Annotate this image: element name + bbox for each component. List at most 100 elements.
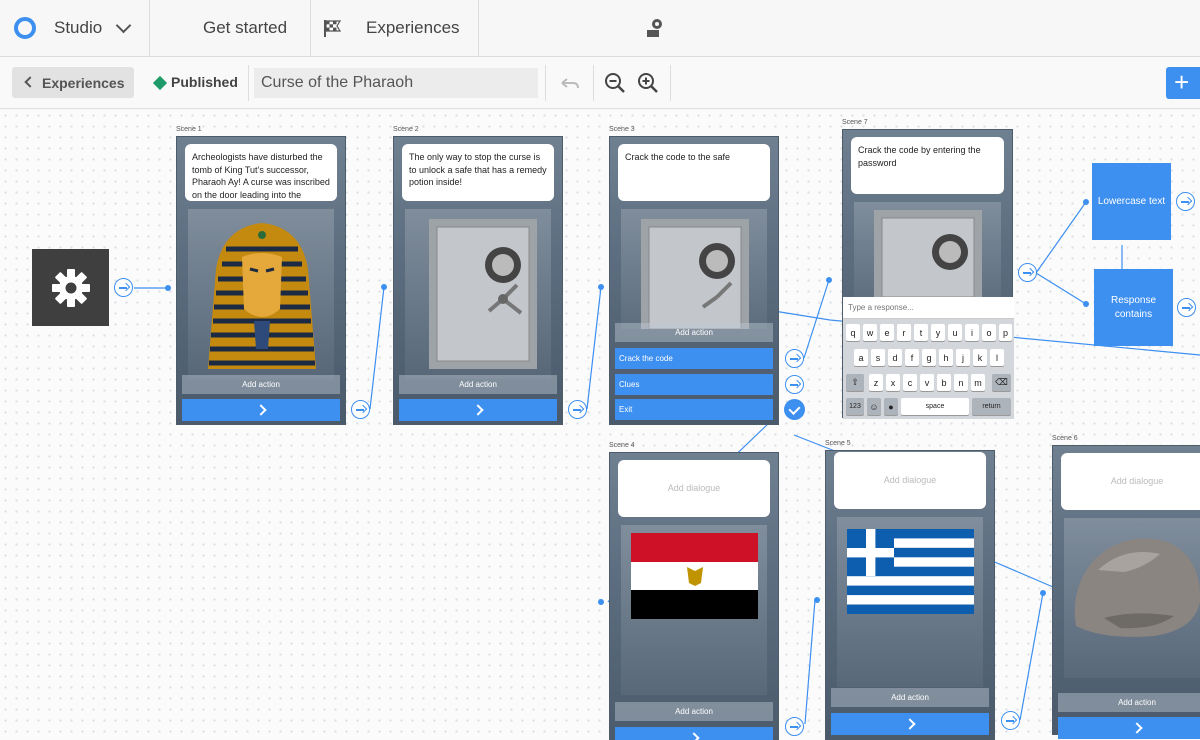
scene-7-output-port[interactable]	[1018, 263, 1037, 282]
scene-7[interactable]: Scene 7 Crack the code by entering the p…	[842, 119, 1014, 419]
dialogue-bubble[interactable]: Archeologists have disturbed the tomb of…	[185, 144, 337, 201]
settings-node[interactable]	[32, 249, 109, 326]
scene-5[interactable]: Scene 5 Add dialogue Add action	[825, 440, 995, 740]
key-n[interactable]: n	[954, 374, 968, 391]
response-input[interactable]	[843, 297, 1014, 319]
back-to-experiences-button[interactable]: Experiences	[12, 67, 134, 98]
key-k[interactable]: k	[973, 349, 987, 366]
dialogue-bubble[interactable]: Crack the code by entering the password	[851, 137, 1004, 194]
add-action-label: Add action	[675, 707, 713, 716]
zoom-in-icon[interactable]	[636, 71, 660, 95]
key-o[interactable]: o	[982, 324, 996, 341]
scene-2[interactable]: Scene 2 The only way to stop the curse i…	[393, 126, 563, 425]
numbers-key[interactable]: 123	[846, 398, 864, 415]
scene-image[interactable]	[621, 525, 767, 695]
scene-1[interactable]: Scene 1 Archeologists have disturbed the…	[176, 126, 346, 425]
key-f[interactable]: f	[905, 349, 919, 366]
zoom-out-icon[interactable]	[603, 71, 627, 95]
key-j[interactable]: j	[956, 349, 970, 366]
settings-output-port[interactable]	[114, 278, 133, 297]
scene-image[interactable]	[1064, 518, 1200, 678]
choice-clues[interactable]: Clues	[615, 374, 773, 395]
add-scene-button[interactable]: +	[1166, 67, 1200, 99]
next-button[interactable]	[831, 713, 989, 735]
key-r[interactable]: r	[897, 324, 911, 341]
condition-response-contains[interactable]: Response contains	[1094, 269, 1173, 346]
key-i[interactable]: i	[965, 324, 979, 341]
scene-4-output-port[interactable]	[785, 717, 804, 736]
experience-title-input[interactable]	[254, 68, 538, 98]
next-button[interactable]	[399, 399, 557, 421]
scene-label: Scene 7	[842, 119, 868, 126]
choice-crack-the-code[interactable]: Crack the code	[615, 348, 773, 369]
key-t[interactable]: t	[914, 324, 928, 341]
studio-logo-icon	[14, 17, 36, 39]
choice-2-output-port[interactable]	[785, 375, 804, 394]
shift-key-icon[interactable]: ⇧	[846, 374, 864, 391]
key-b[interactable]: b	[937, 374, 951, 391]
key-m[interactable]: m	[971, 374, 985, 391]
scene-4[interactable]: Scene 4 Add dialogue Add action	[609, 442, 779, 740]
scene-card: Crack the code by entering the password …	[842, 129, 1014, 419]
scene-3[interactable]: Scene 3 Crack the code to the safe Add a…	[609, 126, 779, 425]
key-q[interactable]: q	[846, 324, 860, 341]
return-key[interactable]: return	[972, 398, 1011, 415]
key-h[interactable]: h	[939, 349, 953, 366]
backspace-key-icon[interactable]: ⌫	[992, 374, 1011, 391]
scene-2-output-port[interactable]	[568, 400, 587, 419]
studio-menu[interactable]: Studio	[0, 0, 150, 56]
scene-5-output-port[interactable]	[1001, 711, 1020, 730]
scene-image[interactable]	[837, 517, 983, 687]
dialogue-bubble[interactable]: The only way to stop the curse is to unl…	[402, 144, 554, 201]
dialogue-bubble[interactable]: Add dialogue	[834, 452, 986, 509]
dialogue-bubble[interactable]: Add dialogue	[618, 460, 770, 517]
key-y[interactable]: y	[931, 324, 945, 341]
scene-6[interactable]: Scene 6 Add dialogue Add action	[1052, 435, 1200, 739]
key-g[interactable]: g	[922, 349, 936, 366]
next-button[interactable]	[182, 399, 340, 421]
condition-2-output-port[interactable]	[1177, 298, 1196, 317]
key-s[interactable]: s	[871, 349, 885, 366]
scene-card: Archeologists have disturbed the tomb of…	[176, 136, 346, 425]
scene-image[interactable]	[621, 209, 767, 330]
key-d[interactable]: d	[888, 349, 902, 366]
nav-get-started[interactable]: Get started	[150, 0, 342, 56]
add-action-button[interactable]: Add action	[615, 323, 773, 342]
add-action-button[interactable]: Add action	[831, 688, 989, 707]
space-key[interactable]: space	[901, 398, 969, 415]
condition-lowercase-text[interactable]: Lowercase text	[1092, 163, 1171, 240]
dialogue-bubble[interactable]: Add dialogue	[1061, 453, 1200, 510]
key-p[interactable]: p	[999, 324, 1012, 341]
scene-image[interactable]	[405, 209, 551, 379]
key-c[interactable]: c	[903, 374, 917, 391]
add-action-button[interactable]: Add action	[1058, 693, 1200, 712]
add-action-button[interactable]: Add action	[615, 702, 773, 721]
next-button[interactable]	[615, 727, 773, 740]
key-e[interactable]: e	[880, 324, 894, 341]
key-w[interactable]: w	[863, 324, 877, 341]
dialogue-bubble[interactable]: Crack the code to the safe	[618, 144, 770, 201]
undo-icon[interactable]	[557, 71, 581, 95]
scene-image[interactable]	[854, 202, 1001, 298]
emoji-key-icon[interactable]: ☺	[867, 398, 881, 415]
add-action-button[interactable]: Add action	[399, 375, 557, 394]
key-v[interactable]: v	[920, 374, 934, 391]
nav-experiences[interactable]: Experiences	[311, 0, 662, 56]
scene-1-output-port[interactable]	[351, 400, 370, 419]
key-l[interactable]: l	[990, 349, 1004, 366]
key-a[interactable]: a	[854, 349, 868, 366]
choice-exit[interactable]: Exit	[615, 399, 773, 420]
choice-3-connected-icon[interactable]	[784, 399, 805, 420]
keyboard-row-4: 123 ☺ ● space return	[843, 398, 1014, 416]
scene-canvas[interactable]: Scene 1 Archeologists have disturbed the…	[0, 110, 1200, 740]
microphone-key-icon[interactable]: ●	[884, 398, 898, 415]
choice-1-output-port[interactable]	[785, 349, 804, 368]
add-action-button[interactable]: Add action	[182, 375, 340, 394]
key-z[interactable]: z	[869, 374, 883, 391]
scene-label: Scene 6	[1052, 435, 1078, 442]
key-x[interactable]: x	[886, 374, 900, 391]
scene-image[interactable]	[188, 209, 334, 379]
condition-1-output-port[interactable]	[1176, 192, 1195, 211]
key-u[interactable]: u	[948, 324, 962, 341]
next-button[interactable]	[1058, 717, 1200, 739]
